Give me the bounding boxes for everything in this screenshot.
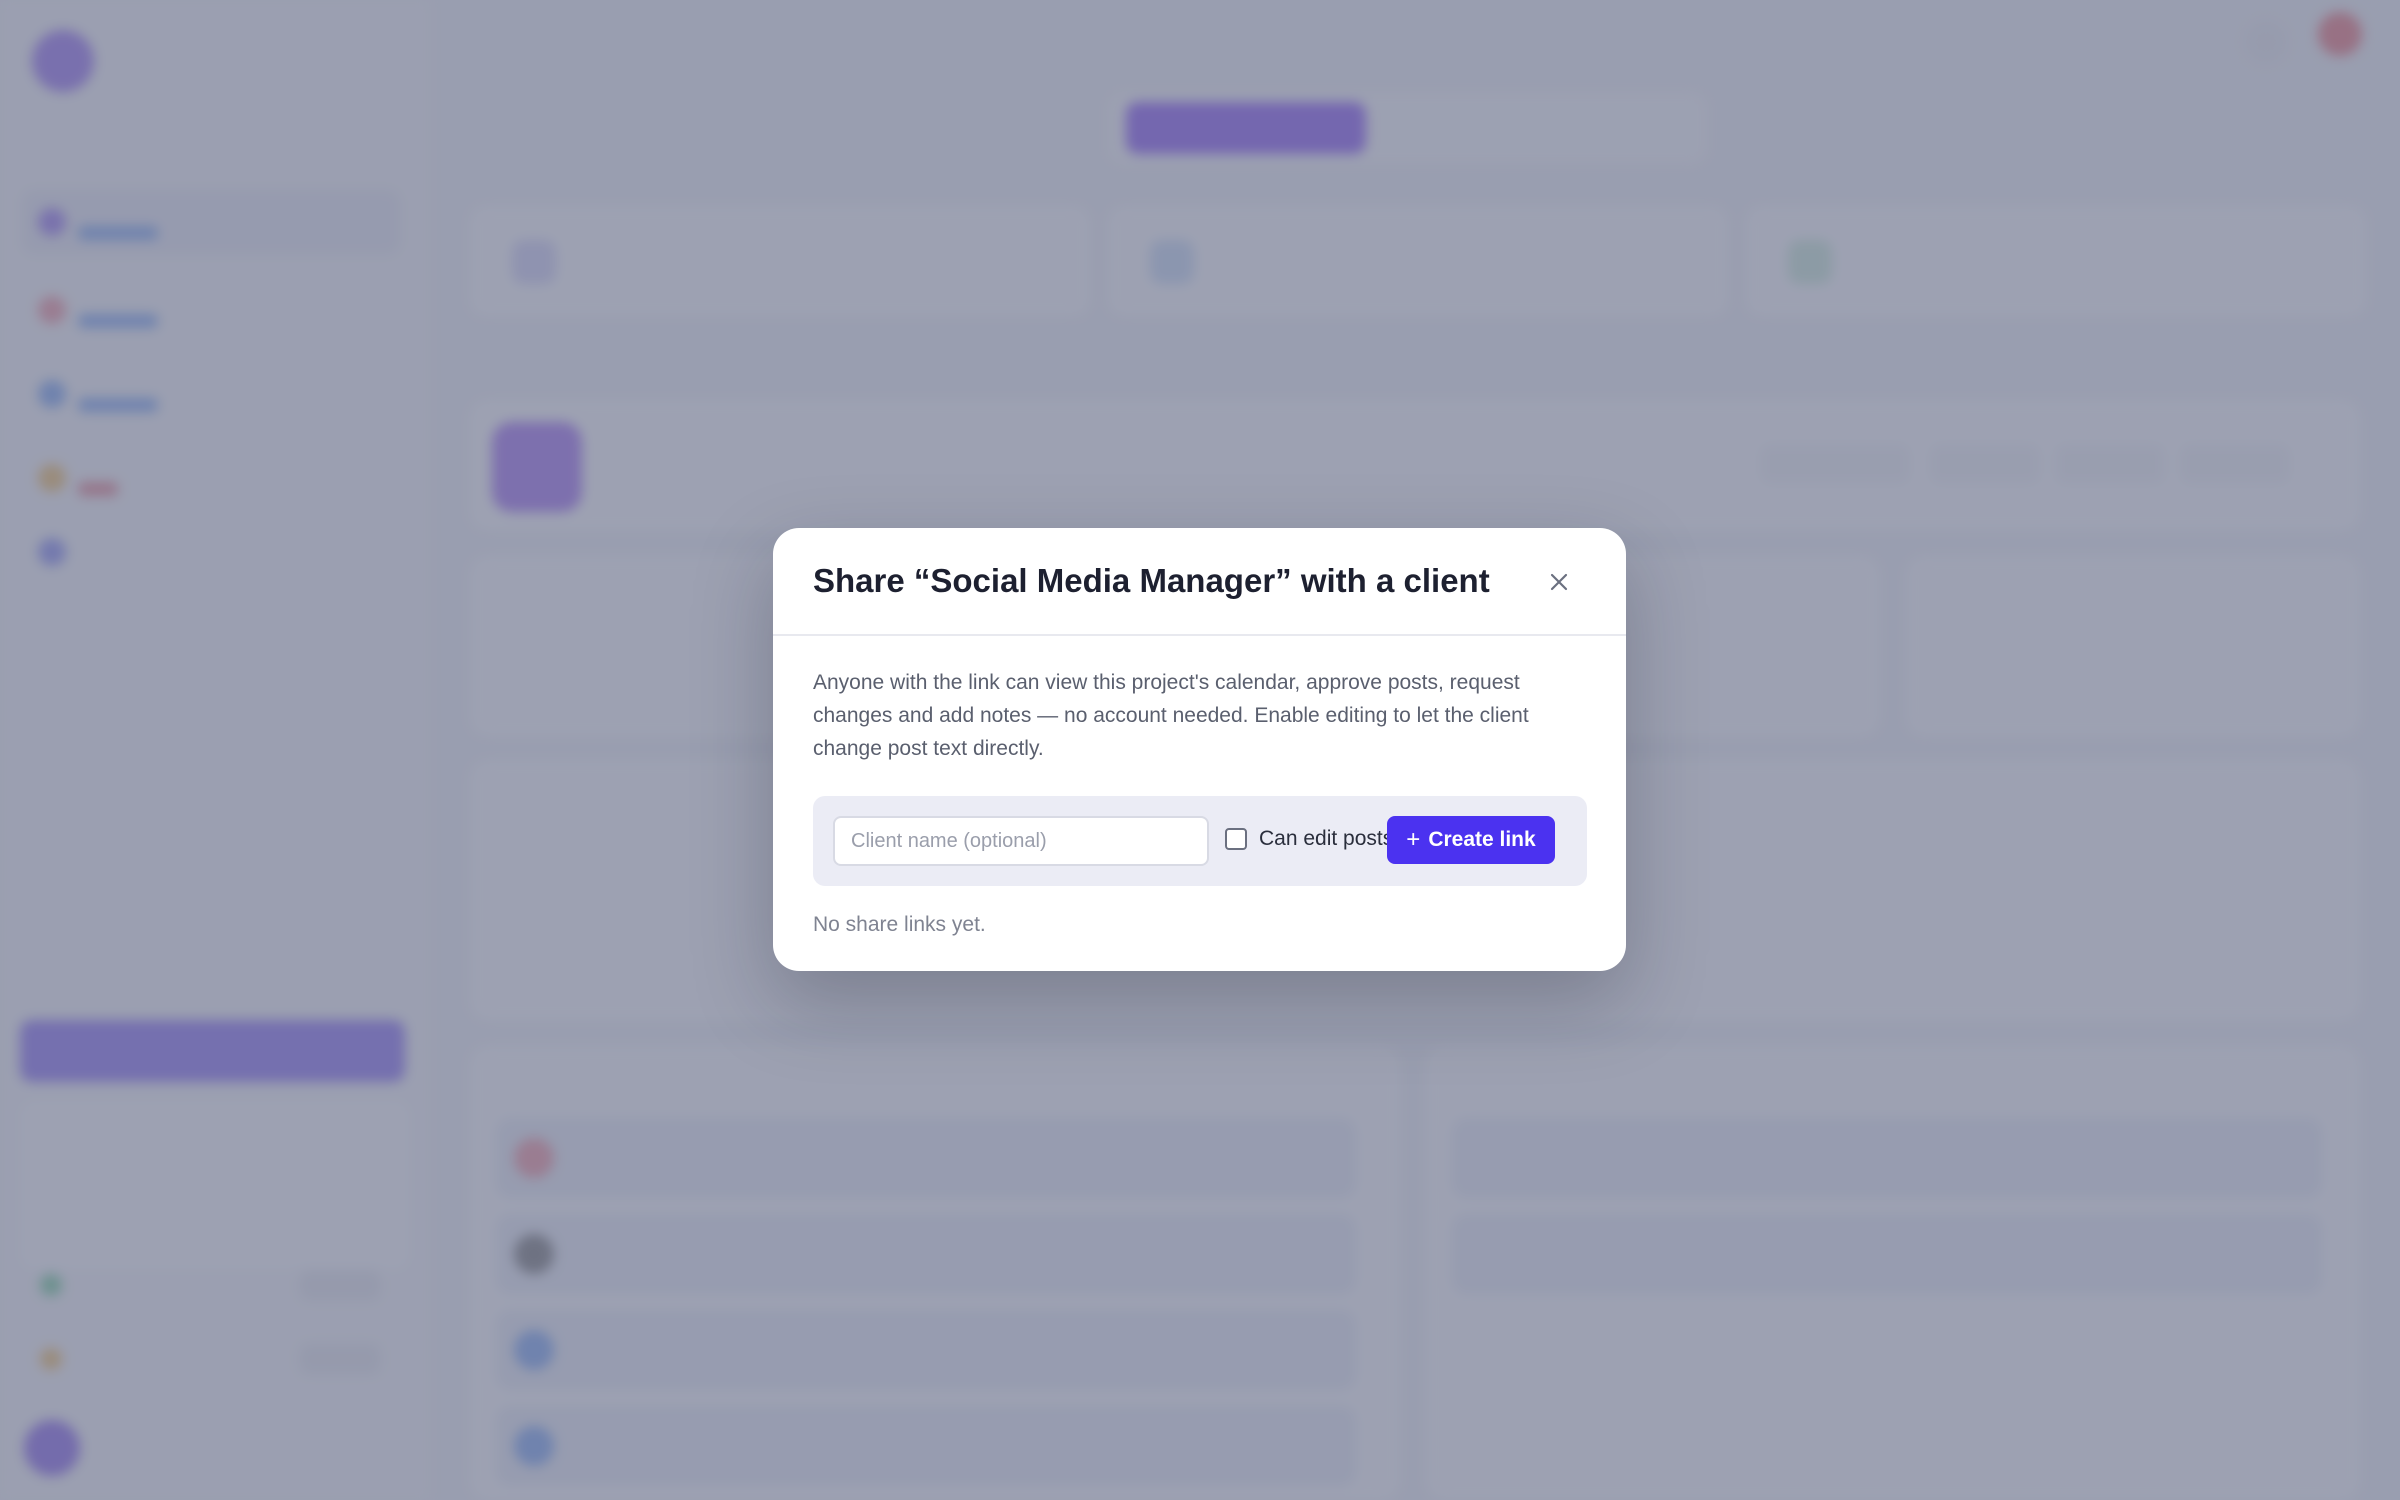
plus-icon: + xyxy=(1406,826,1421,853)
dialog-title: Share “Social Media Manager” with a clie… xyxy=(813,562,1490,599)
dialog-description: Anyone with the link can view this proje… xyxy=(813,671,1529,760)
empty-state: No share links yet. xyxy=(813,913,986,936)
create-link-button[interactable]: + Create link xyxy=(1387,816,1555,864)
create-link-label: Create link xyxy=(1428,828,1536,851)
close-icon xyxy=(1550,573,1568,591)
client-name-input[interactable] xyxy=(833,816,1209,866)
close-button[interactable] xyxy=(1539,562,1579,602)
can-edit-toggle[interactable]: Can edit posts xyxy=(1225,827,1393,851)
can-edit-label: Can edit posts xyxy=(1259,827,1394,850)
dialog-header: Share “Social Media Manager” with a clie… xyxy=(773,528,1626,636)
can-edit-checkbox[interactable] xyxy=(1225,828,1247,850)
share-dialog: Share “Social Media Manager” with a clie… xyxy=(773,528,1626,971)
share-link-form: Can edit posts + Create link xyxy=(813,796,1587,886)
